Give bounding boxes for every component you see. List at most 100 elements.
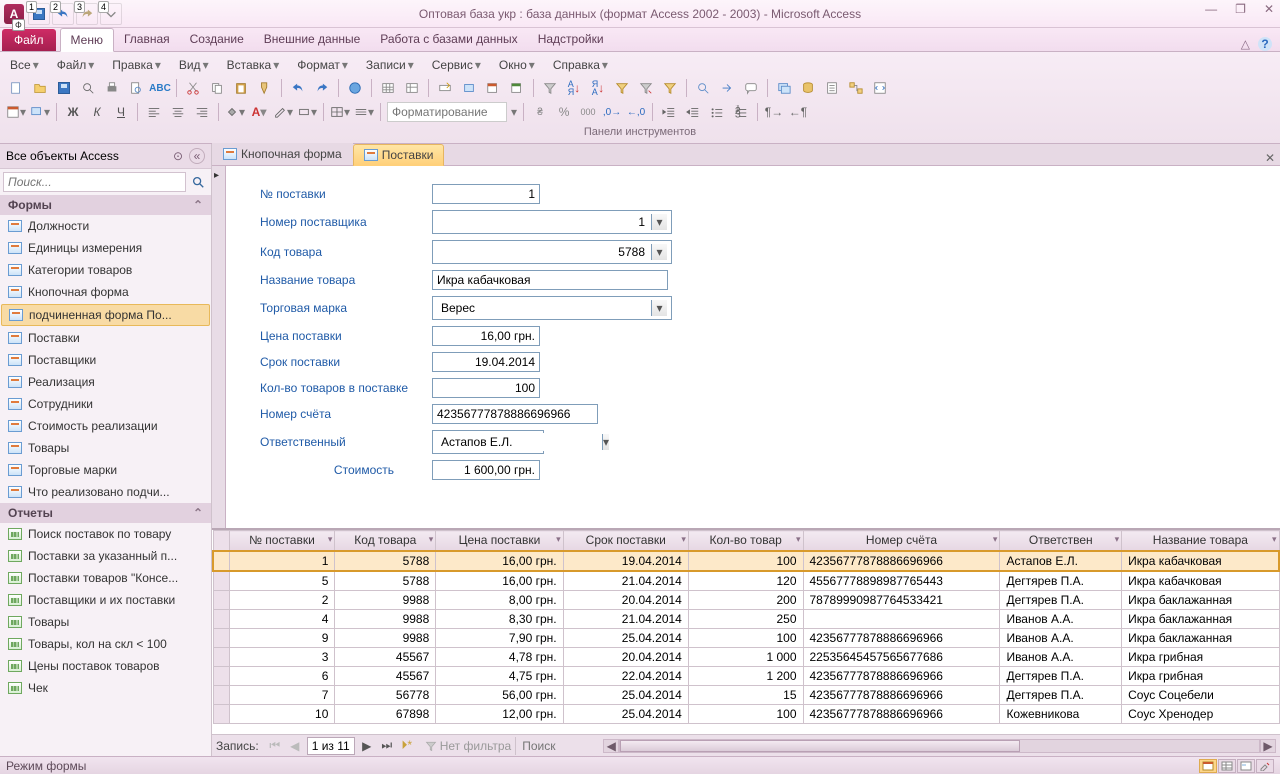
cell[interactable]: 19.04.2014 [563, 551, 688, 571]
cell[interactable]: 1 000 [688, 647, 803, 666]
row-selector[interactable] [213, 609, 229, 628]
nav-item[interactable]: Поставки за указанный п... [0, 545, 211, 567]
field-supplier-combo[interactable]: ▾ [432, 210, 672, 234]
cell[interactable]: 25.04.2014 [563, 685, 688, 704]
undo-icon[interactable] [288, 78, 308, 98]
column-filter-dd-icon[interactable]: ▾ [429, 534, 434, 545]
bold-icon[interactable]: Ж [63, 102, 83, 122]
cell[interactable]: Дегтярев П.А. [1000, 666, 1122, 685]
nav-item[interactable]: Единицы измерения [0, 237, 211, 259]
nav-item[interactable]: Кнопочная форма [0, 281, 211, 303]
cell[interactable]: Астапов Е.Л. [1000, 551, 1122, 571]
props-icon[interactable] [822, 78, 842, 98]
field-account[interactable] [432, 404, 598, 424]
file-tab[interactable]: Файл Ф [2, 29, 56, 51]
grid-icon[interactable]: ▾ [330, 102, 350, 122]
column-filter-dd-icon[interactable]: ▾ [1115, 534, 1120, 545]
cell[interactable]: 5788 [335, 551, 436, 571]
cell[interactable]: 20.04.2014 [563, 590, 688, 609]
dec-decimal-icon[interactable]: ←,0 [626, 102, 646, 122]
recnav-search[interactable] [515, 737, 595, 755]
row-selector[interactable] [213, 704, 229, 723]
menu-item[interactable]: Вставка ▾ [223, 56, 284, 74]
cell[interactable]: 78789990987764533421 [803, 590, 1000, 609]
doc-close-icon[interactable]: ✕ [1260, 151, 1280, 165]
nav-item[interactable]: подчиненная форма По... [1, 304, 210, 326]
currency-icon[interactable]: ₴ [530, 102, 550, 122]
thousands-icon[interactable]: 000 [578, 102, 598, 122]
cell[interactable]: 9988 [335, 628, 436, 647]
nav-search-icon[interactable] [188, 172, 208, 192]
cell[interactable]: Соус Соцебели [1122, 685, 1279, 704]
menu-item[interactable]: Формат ▾ [293, 56, 352, 74]
column-header[interactable]: Ответствен▾ [1000, 531, 1122, 551]
table-row[interactable]: 1578816,00 грн.19.04.2014100423567778788… [213, 551, 1279, 571]
cell[interactable]: 9988 [335, 590, 436, 609]
align-right-icon[interactable] [192, 102, 212, 122]
menu-item[interactable]: Сервис ▾ [428, 56, 485, 74]
table-row[interactable]: 999887,90 грн.25.04.20141004235677787888… [213, 628, 1279, 647]
cell[interactable]: 16,00 грн. [436, 551, 563, 571]
doc-tab[interactable]: Кнопочная форма [212, 143, 353, 165]
cell[interactable]: 5 [229, 571, 335, 591]
nav-item[interactable]: Чек [0, 677, 211, 699]
ribbon-tab[interactable]: Главная [114, 28, 180, 51]
column-header[interactable]: Название товара▾ [1122, 531, 1279, 551]
cell[interactable]: 42356777878886696966 [803, 685, 1000, 704]
restore-button[interactable]: ❐ [1235, 2, 1246, 16]
funnel-adv-icon[interactable] [636, 78, 656, 98]
menu-item[interactable]: Вид ▾ [175, 56, 213, 74]
row-selector[interactable] [213, 666, 229, 685]
hscroll-thumb[interactable] [620, 740, 1020, 752]
cell[interactable]: 45567778898987765443 [803, 571, 1000, 591]
field-date[interactable] [432, 352, 540, 372]
funnel-sel-icon[interactable] [612, 78, 632, 98]
nav-item[interactable]: Товары [0, 437, 211, 459]
cell[interactable]: 2 [229, 590, 335, 609]
column-filter-dd-icon[interactable]: ▾ [328, 534, 333, 545]
cell[interactable]: Икра грибная [1122, 647, 1279, 666]
cell[interactable]: 42356777878886696966 [803, 666, 1000, 685]
brand-combo-dd-icon[interactable]: ▾ [651, 300, 667, 316]
ltr-icon[interactable]: ¶→ [764, 102, 784, 122]
cell[interactable]: 16,00 грн. [436, 571, 563, 591]
cell[interactable]: Икра кабачковая [1122, 571, 1279, 591]
preview-icon[interactable] [126, 78, 146, 98]
border-style-icon[interactable]: ▾ [297, 102, 317, 122]
underline-icon[interactable]: Ч [111, 102, 131, 122]
row-selector[interactable] [213, 647, 229, 666]
cell[interactable]: 42356777878886696966 [803, 704, 1000, 723]
nav-item[interactable]: Товары, кол на скл < 100 [0, 633, 211, 655]
minimize-button[interactable]: — [1205, 2, 1217, 16]
format-painter-icon[interactable] [255, 78, 275, 98]
table-view-icon[interactable] [378, 78, 398, 98]
field-prodcode-input[interactable] [437, 243, 649, 261]
table-dd-icon[interactable] [402, 78, 422, 98]
nav-item[interactable]: Цены поставок товаров [0, 655, 211, 677]
field-qty[interactable] [432, 378, 540, 398]
recnav-filter[interactable]: Нет фильтра [425, 739, 512, 753]
cell[interactable]: 6 [229, 666, 335, 685]
cell[interactable]: Соус Хренодер [1122, 704, 1279, 723]
nav-item[interactable]: Поставки [0, 327, 211, 349]
recnav-prev-icon[interactable]: ◀ [287, 738, 303, 754]
cell[interactable]: Икра баклажанная [1122, 590, 1279, 609]
cell[interactable]: 8,30 грн. [436, 609, 563, 628]
db-icon[interactable] [798, 78, 818, 98]
field-supplier-input[interactable] [437, 213, 649, 231]
form-view-icon[interactable]: ▾ [6, 102, 26, 122]
menu-item[interactable]: Файл ▾ [53, 56, 99, 74]
window-icon[interactable] [774, 78, 794, 98]
menu-item[interactable]: Справка ▾ [549, 56, 612, 74]
cell[interactable]: 7,90 грн. [436, 628, 563, 647]
filter-icon[interactable] [540, 78, 560, 98]
cell[interactable]: 200 [688, 590, 803, 609]
field-prodname[interactable] [432, 270, 668, 290]
fill-color-icon[interactable]: ▾ [225, 102, 245, 122]
cell[interactable]: 4,78 грн. [436, 647, 563, 666]
row-selector-header[interactable] [213, 531, 229, 551]
nav-search-input[interactable] [3, 172, 186, 192]
cell[interactable]: 3 [229, 647, 335, 666]
apply-filter-icon[interactable] [660, 78, 680, 98]
table-row[interactable]: 75677856,00 грн.25.04.201415423567778788… [213, 685, 1279, 704]
